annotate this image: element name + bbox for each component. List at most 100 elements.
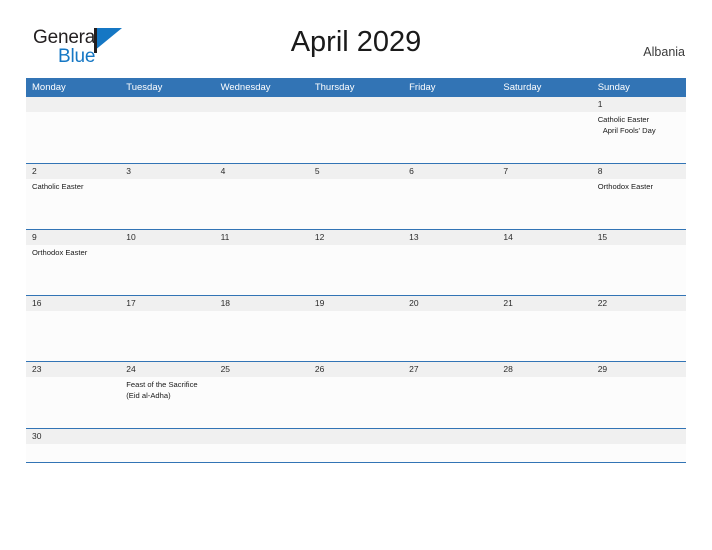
day-number[interactable]: 2 [26,164,120,179]
calendar-week-row: 30 [26,428,686,462]
day-number[interactable]: 13 [403,230,497,245]
day-events[interactable] [403,444,497,462]
page-header: General Blue April 2029 Albania [0,0,712,67]
event-label: Feast of the Sacrifice (Eid al-Adha) [126,380,198,400]
day-number[interactable]: 21 [497,296,591,311]
day-number[interactable]: 28 [497,362,591,377]
day-number[interactable]: 26 [309,362,403,377]
day-events[interactable] [403,245,497,295]
day-events[interactable] [309,112,403,163]
day-number[interactable]: 7 [497,164,591,179]
day-number[interactable] [497,97,591,112]
day-events[interactable] [403,377,497,428]
day-number[interactable]: 25 [215,362,309,377]
day-number[interactable] [215,97,309,112]
day-events[interactable] [120,112,214,163]
day-number[interactable] [120,429,214,444]
calendar-week-row: 16 17 18 19 20 21 22 [26,295,686,361]
day-events[interactable] [215,245,309,295]
day-number[interactable] [26,97,120,112]
day-events[interactable] [497,112,591,163]
day-events[interactable] [309,179,403,229]
day-number[interactable]: 27 [403,362,497,377]
week-event-strip: Catholic Easter April Fools' Day [26,112,686,163]
day-number[interactable]: 17 [120,296,214,311]
day-number[interactable]: 24 [120,362,214,377]
day-number[interactable]: 18 [215,296,309,311]
day-events[interactable] [215,311,309,361]
day-events[interactable] [215,179,309,229]
event-label: Catholic Easter [32,182,84,191]
weekday-header-cell: Tuesday [126,82,163,93]
day-events[interactable] [215,377,309,428]
day-events[interactable] [592,245,686,295]
day-number[interactable]: 1 [592,97,686,112]
day-number[interactable]: 16 [26,296,120,311]
day-events[interactable] [26,377,120,428]
day-events[interactable] [26,112,120,163]
week-event-strip: Feast of the Sacrifice (Eid al-Adha) [26,377,686,428]
day-number[interactable] [215,429,309,444]
day-events[interactable] [497,377,591,428]
day-events[interactable]: Orthodox Easter [592,179,686,229]
day-events[interactable] [215,444,309,462]
day-number[interactable]: 23 [26,362,120,377]
day-events[interactable] [497,245,591,295]
day-events[interactable] [592,377,686,428]
day-events[interactable] [403,112,497,163]
day-number[interactable]: 4 [215,164,309,179]
weekday-header-cell: Friday [409,82,436,93]
day-number[interactable] [403,429,497,444]
day-events[interactable] [403,179,497,229]
day-number[interactable]: 3 [120,164,214,179]
day-number[interactable] [403,97,497,112]
day-number[interactable]: 6 [403,164,497,179]
day-events[interactable] [592,311,686,361]
day-number[interactable]: 30 [26,429,120,444]
day-events[interactable] [309,377,403,428]
day-number[interactable]: 12 [309,230,403,245]
day-events[interactable] [497,444,591,462]
week-event-strip: Catholic Easter Orthodox Easter [26,179,686,229]
day-number[interactable]: 19 [309,296,403,311]
day-number[interactable] [309,429,403,444]
weekday-header-cell: Thursday [314,82,355,93]
day-events[interactable]: Orthodox Easter [26,245,120,295]
day-number[interactable]: 5 [309,164,403,179]
day-number[interactable]: 29 [592,362,686,377]
day-events[interactable] [497,179,591,229]
day-number[interactable]: 8 [592,164,686,179]
day-number[interactable] [120,97,214,112]
day-number[interactable]: 20 [403,296,497,311]
day-events[interactable] [120,179,214,229]
day-events[interactable] [120,444,214,462]
day-number[interactable] [497,429,591,444]
day-events[interactable] [26,311,120,361]
calendar-bottom-rule [26,462,686,463]
day-events[interactable] [592,444,686,462]
day-events[interactable] [497,311,591,361]
day-number[interactable]: 22 [592,296,686,311]
day-events[interactable] [309,245,403,295]
day-events[interactable]: Catholic Easter April Fools' Day [592,112,686,163]
day-events[interactable] [26,444,120,462]
day-number[interactable]: 14 [497,230,591,245]
day-events[interactable] [215,112,309,163]
day-events[interactable]: Feast of the Sacrifice (Eid al-Adha) [120,377,214,428]
day-events[interactable]: Catholic Easter [26,179,120,229]
day-events[interactable] [120,311,214,361]
day-number[interactable]: 10 [120,230,214,245]
day-number[interactable]: 11 [215,230,309,245]
weekday-header-cell: Saturday [503,82,542,93]
day-events[interactable] [309,444,403,462]
day-number[interactable]: 15 [592,230,686,245]
page-title: April 2029 [290,26,422,58]
calendar-page: General Blue April 2029 Albania Monday Tu… [0,0,712,550]
day-number[interactable]: 9 [26,230,120,245]
day-events[interactable] [403,311,497,361]
calendar-grid: Monday Tuesday Wednesday Thursday Friday Satu… [26,78,686,463]
day-events[interactable] [309,311,403,361]
day-number[interactable] [592,429,686,444]
day-events[interactable] [120,245,214,295]
day-number[interactable] [309,97,403,112]
